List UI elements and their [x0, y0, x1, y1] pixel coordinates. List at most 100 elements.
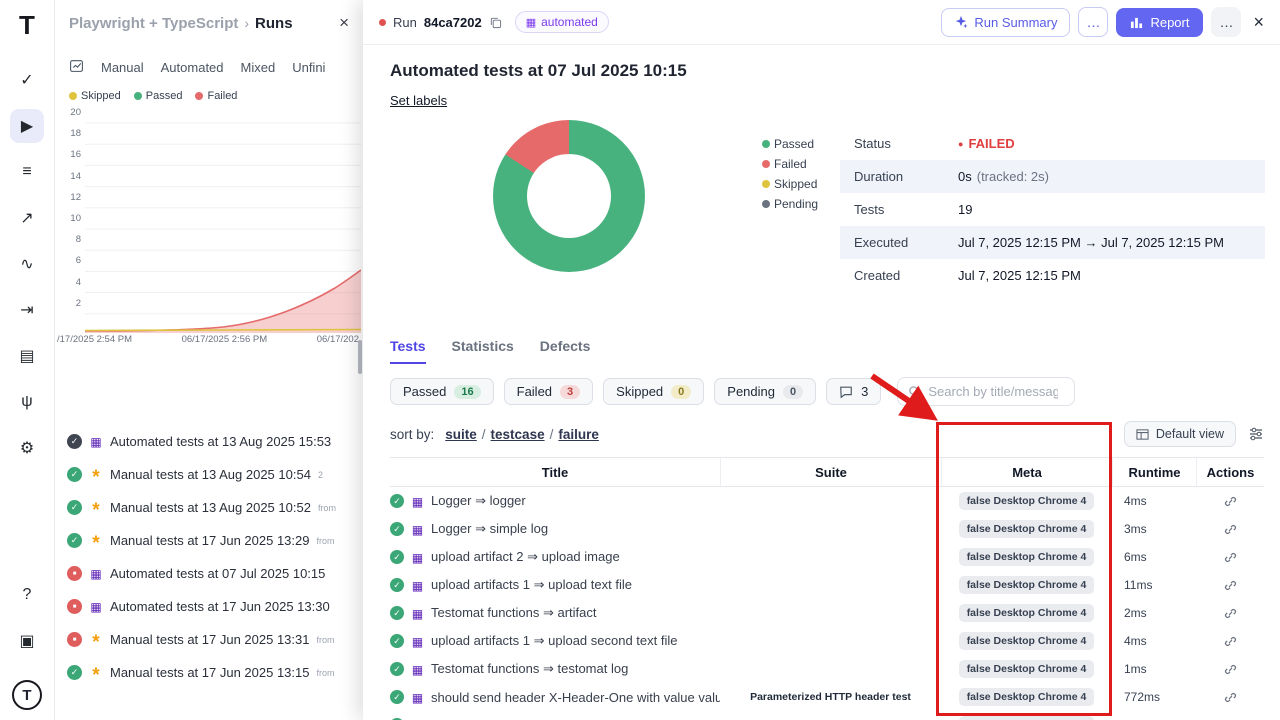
comments-filter-chip[interactable]: 3: [826, 378, 881, 405]
runs-play-icon[interactable]: ▶: [10, 109, 44, 143]
search-icon: [908, 385, 921, 398]
column-actions[interactable]: Actions: [1196, 458, 1264, 486]
filter-count-badge: 0: [783, 385, 803, 399]
test-meta-badge: false Desktop Chrome 4: [959, 548, 1095, 566]
run-status-icon: [67, 599, 82, 614]
table-row[interactable]: upload artifact 2 ⇒ upload image false D…: [390, 543, 1264, 571]
scrollbar-thumb[interactable]: [358, 340, 362, 374]
tab-tests[interactable]: Tests: [390, 338, 426, 364]
test-title[interactable]: should send header X-Header-One with val…: [431, 690, 720, 705]
test-meta-badge: false Desktop Chrome 4: [959, 576, 1095, 594]
run-title: Automated tests at 13 Aug 2025 15:53: [110, 434, 331, 449]
tab-manual[interactable]: Manual: [101, 60, 144, 75]
run-list-item[interactable]: Automated tests at 07 Jul 2025 10:15: [55, 557, 363, 590]
test-runtime: 772ms: [1112, 690, 1196, 704]
run-status-icon: [67, 566, 82, 581]
more-actions-button[interactable]: …: [1211, 7, 1241, 37]
default-view-button[interactable]: Default view: [1124, 421, 1236, 447]
test-actions[interactable]: [1196, 551, 1264, 564]
settings-gear-icon[interactable]: ⚙: [10, 431, 44, 465]
sort-suite-link[interactable]: suite: [445, 427, 477, 442]
check-icon[interactable]: ✓: [10, 63, 44, 97]
table-row[interactable]: Testomat functions ⇒ artifact false Desk…: [390, 599, 1264, 627]
column-meta[interactable]: Meta: [941, 458, 1112, 486]
test-title[interactable]: upload artifacts 1 ⇒ upload second text …: [431, 633, 678, 649]
test-actions[interactable]: [1196, 635, 1264, 648]
run-list-item[interactable]: Manual tests at 17 Jun 2025 13:31 from: [55, 623, 363, 656]
table-row[interactable]: Logger ⇒ logger false Desktop Chrome 4 4…: [390, 487, 1264, 515]
test-actions[interactable]: [1196, 607, 1264, 620]
run-list-item[interactable]: Automated tests at 17 Jun 2025 13:30: [55, 590, 363, 623]
launch-icon[interactable]: ↗: [10, 201, 44, 235]
copy-run-id-button[interactable]: [489, 16, 502, 29]
table-row[interactable]: Testomat functions ⇒ testomat log false …: [390, 655, 1264, 683]
link-icon: [1224, 607, 1237, 620]
test-title[interactable]: Testomat functions ⇒ artifact: [431, 605, 597, 621]
test-actions[interactable]: [1196, 523, 1264, 536]
test-title[interactable]: Testomat functions ⇒ testomat log: [431, 661, 628, 677]
filter-chip[interactable]: Pending 0: [714, 378, 816, 405]
report-label: Report: [1150, 15, 1189, 30]
reports-icon[interactable]: ▤: [10, 339, 44, 373]
tab-defects[interactable]: Defects: [540, 338, 591, 364]
sort-testcase-link[interactable]: testcase: [491, 427, 545, 442]
info-row: Executed Jul 7, 2025 12:15 PM → Jul 7, 2…: [840, 226, 1265, 259]
test-title[interactable]: Logger ⇒ simple log: [431, 521, 548, 537]
table-row[interactable]: should send header X-Header-One with val…: [390, 683, 1264, 711]
report-button[interactable]: Report: [1116, 8, 1203, 37]
user-avatar[interactable]: T: [12, 680, 42, 710]
breadcrumb-project[interactable]: Playwright + TypeScript: [69, 15, 238, 32]
run-list-item[interactable]: Manual tests at 13 Aug 2025 10:54 2: [55, 458, 363, 491]
run-list-item[interactable]: Manual tests at 13 Aug 2025 10:52 from: [55, 491, 363, 524]
list-icon[interactable]: ≡: [10, 155, 44, 189]
import-icon[interactable]: ⇥: [10, 293, 44, 327]
test-title[interactable]: upload artifact 2 ⇒ upload image: [431, 549, 620, 565]
legend-label: Pending: [774, 197, 818, 211]
help-icon[interactable]: ?: [10, 578, 44, 612]
filter-label: Skipped: [616, 384, 663, 399]
runs-trend-chart: 2018161412108642 /17/2025 2:54 PM06/17/2…: [55, 106, 363, 356]
test-actions[interactable]: [1196, 579, 1264, 592]
run-list-item[interactable]: Manual tests at 17 Jun 2025 13:15 from: [55, 656, 363, 689]
run-list-item[interactable]: Manual tests at 17 Jun 2025 13:29 from: [55, 524, 363, 557]
tab-automated[interactable]: Automated: [161, 60, 224, 75]
tab-statistics[interactable]: Statistics: [452, 338, 514, 364]
test-runtime: 4ms: [1112, 634, 1196, 648]
table-row[interactable]: upload artifacts 1 ⇒ upload second text …: [390, 627, 1264, 655]
test-title[interactable]: upload artifacts 1 ⇒ upload text file: [431, 577, 632, 593]
branch-icon[interactable]: ψ: [10, 385, 44, 419]
automated-badge[interactable]: automated: [515, 11, 609, 33]
test-actions[interactable]: [1196, 691, 1264, 704]
docs-icon[interactable]: ▣: [10, 624, 44, 658]
set-labels-link[interactable]: Set labels: [390, 93, 447, 108]
filter-chip[interactable]: Failed 3: [504, 378, 594, 405]
chart-tab-icon[interactable]: [69, 58, 84, 76]
table-row[interactable]: upload artifacts 1 ⇒ upload text file fa…: [390, 571, 1264, 599]
trend-area-chart: [83, 112, 361, 334]
filter-chip[interactable]: Skipped 0: [603, 378, 704, 405]
test-meta-badge: false Desktop Chrome 4: [959, 604, 1095, 622]
run-summary-button[interactable]: Run Summary: [941, 8, 1070, 37]
sort-failure-link[interactable]: failure: [558, 427, 599, 442]
pulse-icon[interactable]: ∿: [10, 247, 44, 281]
column-title[interactable]: Title: [390, 465, 720, 480]
view-settings-sliders-icon[interactable]: [1248, 426, 1264, 442]
summary-more-button[interactable]: …: [1078, 7, 1108, 37]
table-row[interactable]: should send header X-Header-Two with val…: [390, 711, 1264, 720]
test-title[interactable]: Logger ⇒ logger: [431, 493, 526, 509]
close-panel-icon[interactable]: ×: [339, 13, 349, 33]
filter-chip[interactable]: Passed 16: [390, 378, 494, 405]
info-value: 0s: [958, 169, 972, 184]
table-row[interactable]: Logger ⇒ simple log false Desktop Chrome…: [390, 515, 1264, 543]
column-suite[interactable]: Suite: [720, 458, 941, 486]
close-detail-icon[interactable]: ×: [1253, 12, 1264, 33]
test-actions[interactable]: [1196, 495, 1264, 508]
test-actions[interactable]: [1196, 663, 1264, 676]
run-list-item[interactable]: Automated tests at 13 Aug 2025 15:53: [55, 425, 363, 458]
test-passed-icon: [390, 662, 404, 676]
test-meta-badge: false Desktop Chrome 4: [959, 688, 1095, 706]
tab-unfinished[interactable]: Unfini: [292, 60, 325, 75]
tab-mixed[interactable]: Mixed: [241, 60, 276, 75]
search-input[interactable]: [928, 384, 1058, 399]
column-runtime[interactable]: Runtime: [1112, 458, 1196, 486]
